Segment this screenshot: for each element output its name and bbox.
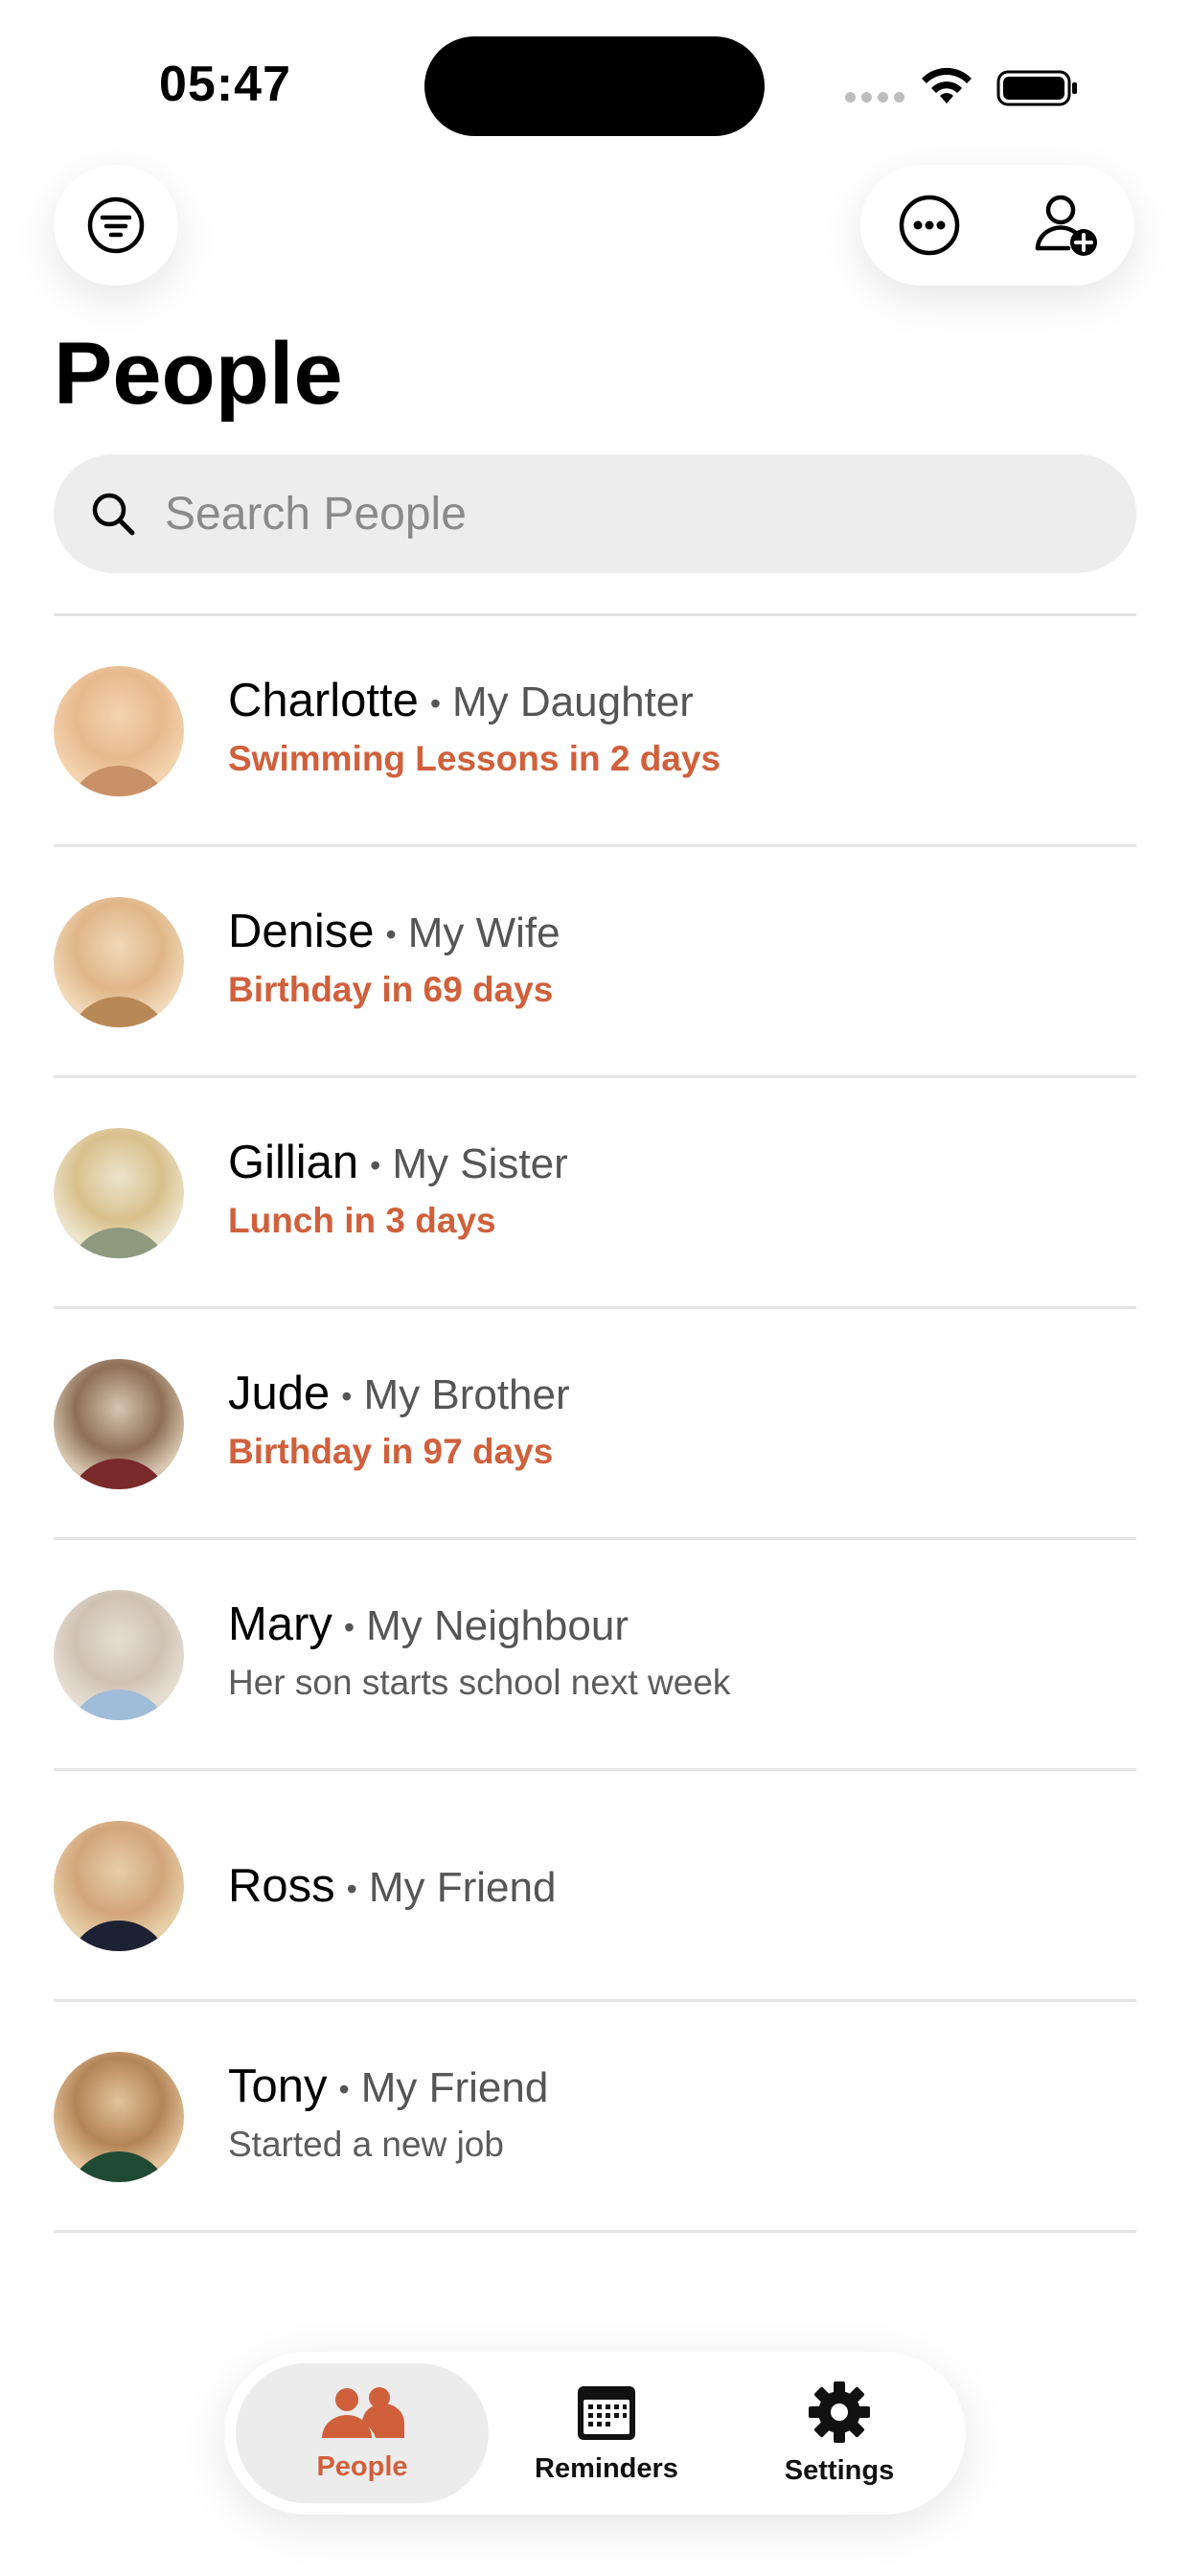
battery-icon bbox=[996, 70, 1077, 106]
person-name: Jude bbox=[228, 1368, 331, 1419]
person-note: Swimming Lessons in 2 days bbox=[228, 739, 721, 778]
cellular-signal-icon bbox=[845, 92, 906, 104]
person-relation: My Daughter bbox=[452, 678, 694, 725]
avatar bbox=[54, 897, 184, 1027]
person-row[interactable]: Jude • My Brother Birthday in 97 days bbox=[54, 1309, 1136, 1540]
dynamic-island bbox=[424, 36, 765, 136]
avatar bbox=[54, 1359, 184, 1489]
tab-people[interactable]: People bbox=[236, 2363, 489, 2503]
separator-dot: • bbox=[341, 1378, 353, 1414]
person-name: Charlotte bbox=[228, 675, 419, 726]
tab-settings[interactable]: Settings bbox=[724, 2363, 954, 2503]
status-time: 05:47 bbox=[159, 57, 291, 112]
person-note: Lunch in 3 days bbox=[228, 1201, 496, 1240]
person-note: Her son starts school next week bbox=[228, 1663, 731, 1702]
person-row[interactable]: Tony • My Friend Started a new job bbox=[54, 2002, 1136, 2233]
person-relation: My Brother bbox=[363, 1371, 570, 1418]
person-name: Denise bbox=[228, 906, 375, 957]
person-note: Birthday in 69 days bbox=[228, 970, 554, 1009]
people-icon bbox=[322, 2386, 404, 2438]
separator-dot: • bbox=[429, 685, 442, 721]
person-relation: My Friend bbox=[360, 2064, 549, 2111]
header-actions bbox=[860, 165, 1134, 286]
tab-reminders[interactable]: Reminders bbox=[489, 2363, 724, 2503]
gear-icon bbox=[809, 2380, 870, 2443]
person-relation: My Wife bbox=[407, 909, 561, 956]
person-name: Tony bbox=[228, 2060, 328, 2112]
person-note: Started a new job bbox=[228, 2125, 504, 2164]
add-person-button[interactable] bbox=[1023, 182, 1110, 268]
filter-button[interactable] bbox=[54, 165, 178, 286]
person-heading: Tony • My Friend bbox=[228, 2059, 548, 2113]
tab-people-label: People bbox=[316, 2450, 408, 2482]
avatar bbox=[54, 1590, 184, 1720]
separator-dot: • bbox=[343, 1609, 355, 1644]
tab-settings-label: Settings bbox=[784, 2454, 895, 2486]
ellipsis-circle-icon bbox=[899, 195, 959, 256]
avatar bbox=[54, 1128, 184, 1258]
separator-dot: • bbox=[346, 1871, 357, 1906]
person-name: Ross bbox=[228, 1860, 335, 1912]
person-heading: Gillian • My Sister bbox=[228, 1136, 568, 1189]
search-input[interactable] bbox=[163, 486, 1029, 541]
person-row[interactable]: Gillian • My Sister Lunch in 3 days bbox=[54, 1078, 1136, 1309]
people-list: Charlotte • My Daughter Swimming Lessons in… bbox=[54, 613, 1136, 2233]
person-relation: My Friend bbox=[368, 1864, 557, 1911]
person-row[interactable]: Mary • My Neighbour Her son starts school n… bbox=[54, 1540, 1136, 1771]
person-row[interactable]: Ross • My Friend bbox=[54, 1771, 1136, 2002]
page-title: People bbox=[54, 325, 343, 423]
search-icon bbox=[92, 493, 135, 536]
avatar bbox=[54, 1821, 184, 1951]
person-relation: My Neighbour bbox=[366, 1602, 629, 1649]
person-name: Mary bbox=[228, 1598, 332, 1650]
more-button[interactable] bbox=[886, 182, 973, 268]
person-relation: My Sister bbox=[392, 1140, 568, 1187]
avatar bbox=[54, 2052, 184, 2182]
person-heading: Mary • My Neighbour bbox=[228, 1598, 730, 1651]
calendar-icon bbox=[578, 2385, 635, 2440]
person-row[interactable]: Denise • My Wife Birthday in 69 days bbox=[54, 847, 1136, 1078]
person-note: Birthday in 97 days bbox=[228, 1432, 554, 1471]
filter-icon bbox=[87, 196, 145, 254]
separator-dot: • bbox=[385, 916, 397, 952]
wifi-icon bbox=[922, 67, 972, 104]
separator-dot: • bbox=[370, 1147, 381, 1183]
person-heading: Charlotte • My Daughter bbox=[228, 674, 721, 727]
avatar bbox=[54, 666, 184, 796]
person-heading: Jude • My Brother bbox=[228, 1367, 570, 1420]
search-bar[interactable] bbox=[54, 454, 1136, 573]
person-add-icon bbox=[1035, 195, 1097, 256]
person-heading: Ross • My Friend bbox=[228, 1859, 556, 1913]
person-row[interactable]: Charlotte • My Daughter Swimming Lessons in… bbox=[54, 616, 1136, 847]
separator-dot: • bbox=[338, 2071, 350, 2106]
tab-bar: People Reminders Settings bbox=[224, 2352, 966, 2515]
person-name: Gillian bbox=[228, 1137, 359, 1188]
person-heading: Denise • My Wife bbox=[228, 905, 561, 958]
tab-reminders-label: Reminders bbox=[535, 2452, 678, 2484]
